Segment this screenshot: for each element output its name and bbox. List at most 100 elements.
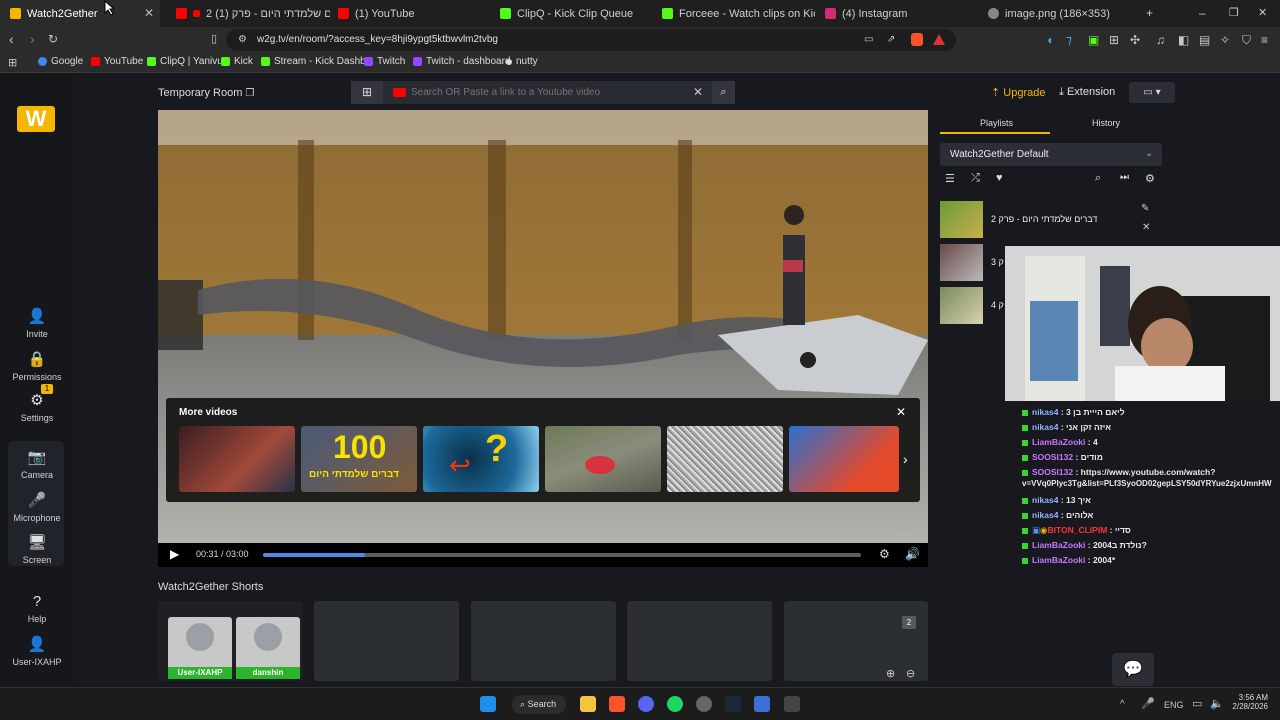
chat-user[interactable]: nikas4 bbox=[1032, 495, 1058, 505]
extension-icon[interactable]: ◖ bbox=[1046, 33, 1053, 47]
sidebar-icon[interactable]: ◧ bbox=[1178, 33, 1189, 47]
zoom-out-icon[interactable]: ⊖ bbox=[906, 667, 915, 680]
close-more-videos-icon[interactable]: ✕ bbox=[896, 405, 906, 419]
minimize-button[interactable]: – bbox=[1199, 6, 1206, 20]
bookmark-nutty[interactable]: nutty bbox=[506, 56, 538, 67]
chat-user[interactable]: nikas4 bbox=[1032, 510, 1058, 520]
bookmark-twitch-dashboard[interactable]: Twitch - dashboard bbox=[413, 56, 511, 67]
short-card[interactable] bbox=[627, 601, 772, 681]
bookmark-google[interactable]: Google bbox=[38, 56, 83, 67]
back-icon[interactable]: ‹ bbox=[9, 32, 14, 46]
windows-start-icon[interactable] bbox=[480, 696, 496, 712]
skip-icon[interactable]: ⏭ bbox=[1120, 172, 1129, 183]
language-indicator[interactable]: ENG bbox=[1164, 698, 1184, 712]
share-icon[interactable]: ⇗ bbox=[887, 33, 895, 47]
bookmark-clipq[interactable]: ClipQ | Yanivu bbox=[147, 56, 223, 67]
short-card[interactable] bbox=[314, 601, 459, 681]
playlist-item[interactable]: 2 דברים שלמדתי היום - פרק ✎ ✕ bbox=[940, 201, 1162, 239]
address-bar[interactable]: ⚙ w2g.tv/en/room/?access_key=8hji9ypgt5k… bbox=[226, 29, 956, 51]
chat-user[interactable]: LiamBaZooki bbox=[1032, 437, 1085, 447]
permissions-button[interactable]: 🔒 Permissions bbox=[0, 350, 74, 382]
leo-icon[interactable]: ✧ bbox=[1220, 33, 1230, 47]
bookmark-kick[interactable]: Kick bbox=[221, 56, 253, 67]
chat-user[interactable]: LiamBaZooki bbox=[1032, 555, 1085, 565]
more-video-thumb[interactable] bbox=[789, 426, 899, 492]
edit-icon[interactable]: ✎ bbox=[1141, 203, 1149, 214]
help-button[interactable]: ? Help bbox=[0, 593, 74, 624]
taskbar-search[interactable]: ⌕ Search bbox=[512, 695, 566, 714]
apps-grid-icon[interactable]: ⊞ bbox=[8, 56, 17, 70]
close-window-button[interactable]: ✕ bbox=[1258, 6, 1267, 20]
more-video-thumb[interactable]: ? ↩ bbox=[423, 426, 539, 492]
file-explorer-icon[interactable] bbox=[580, 696, 596, 712]
player-settings-icon[interactable]: ⚙ bbox=[879, 547, 890, 561]
tab-youtube-video[interactable]: 2 דברים שלמדתי היום - פרק (1) bbox=[170, 0, 330, 27]
search-icon[interactable]: ⌕ bbox=[712, 81, 735, 104]
screen-share-button[interactable]: 🖥 Screen bbox=[0, 533, 74, 565]
extension-icon[interactable]: ⊞ bbox=[1109, 33, 1119, 47]
extension-icon[interactable]: ▣ bbox=[1088, 33, 1099, 47]
camera-button[interactable]: 📷 Camera bbox=[0, 448, 74, 480]
brave-shield-icon[interactable] bbox=[911, 33, 923, 46]
search-icon[interactable]: ⌕ bbox=[1095, 172, 1101, 185]
tab-watch2gether[interactable]: Watch2Gether ✕ bbox=[0, 0, 160, 27]
clear-search-icon[interactable]: ✕ bbox=[693, 85, 703, 99]
chat-user[interactable]: nikas4 bbox=[1032, 407, 1058, 417]
new-tab-button[interactable]: + bbox=[1146, 6, 1153, 20]
layout-dropdown[interactable]: ▭ ▾ bbox=[1129, 82, 1175, 103]
network-icon[interactable]: ▭ bbox=[1192, 697, 1202, 711]
more-video-thumb[interactable] bbox=[667, 426, 783, 492]
list-icon[interactable]: ☰ bbox=[945, 172, 955, 185]
tab-instagram[interactable]: (4) Instagram bbox=[823, 0, 978, 27]
next-arrow-icon[interactable]: › bbox=[903, 451, 908, 467]
restore-button[interactable]: ❐ bbox=[1229, 6, 1239, 20]
clock[interactable]: 3:56 AM 2/28/2026 bbox=[1230, 693, 1268, 711]
play-icon[interactable]: ▶ bbox=[170, 547, 179, 561]
upgrade-button[interactable]: ⇡ Upgrade bbox=[991, 86, 1045, 99]
zoom-in-icon[interactable]: ⊕ bbox=[886, 667, 895, 680]
more-video-thumb[interactable] bbox=[179, 426, 295, 492]
settings-button[interactable]: ⚙ Settings 1 bbox=[0, 384, 74, 423]
shuffle-icon[interactable]: ⤮ bbox=[971, 172, 980, 185]
microphone-icon[interactable]: 🎤 bbox=[1141, 697, 1155, 711]
chevron-up-icon[interactable]: ^ bbox=[1120, 698, 1125, 712]
bookmark-youtube[interactable]: YouTube bbox=[91, 56, 143, 67]
site-info-icon[interactable]: ⚙ bbox=[238, 33, 247, 47]
remove-icon[interactable]: ✕ bbox=[1142, 222, 1150, 233]
app-icon[interactable] bbox=[754, 696, 770, 712]
more-video-thumb[interactable] bbox=[545, 426, 661, 492]
speaker-icon[interactable]: 🔈 bbox=[1210, 697, 1224, 711]
chat-user[interactable]: BITON_CLIPIM bbox=[1047, 525, 1107, 535]
obs-icon[interactable] bbox=[696, 696, 712, 712]
puzzle-icon[interactable]: ✣ bbox=[1130, 33, 1140, 47]
chat-user[interactable]: LiamBaZooki bbox=[1032, 540, 1085, 550]
volume-icon[interactable]: 🔊 bbox=[905, 547, 920, 561]
brave-rewards-icon[interactable] bbox=[933, 34, 945, 45]
tab-clipq[interactable]: ClipQ - Kick Clip Queue bbox=[498, 0, 653, 27]
room-name[interactable]: Temporary Room ❐ bbox=[158, 87, 254, 99]
tab-youtube[interactable]: (1) YouTube bbox=[336, 0, 491, 27]
chat-user[interactable]: SOOSI132 bbox=[1032, 467, 1073, 477]
reload-icon[interactable]: ↻ bbox=[48, 32, 58, 46]
bookmark-stream-kick[interactable]: Stream - Kick Dashb... bbox=[261, 56, 374, 67]
menu-icon[interactable]: ≡ bbox=[1261, 33, 1268, 47]
tab-image[interactable]: image.png (186×353) bbox=[986, 0, 1141, 27]
chat-user[interactable]: SOOSI132 bbox=[1032, 452, 1073, 462]
vpn-icon[interactable]: ⛉ bbox=[1242, 33, 1251, 47]
app-icon[interactable] bbox=[784, 696, 800, 712]
install-icon[interactable]: ▭ bbox=[864, 33, 873, 47]
copy-icon[interactable]: ❐ bbox=[245, 88, 254, 99]
playlist-select[interactable]: Watch2Gether Default ⌄ bbox=[940, 143, 1162, 166]
grid-icon[interactable]: ⊞ bbox=[351, 81, 383, 104]
chat-link[interactable]: v=VVq0PIyc3Tg&list=PLf3SyoOD02gepLSY50dY… bbox=[1022, 479, 1272, 488]
tab-history[interactable]: History bbox=[1092, 118, 1120, 128]
video-player[interactable]: More videos ✕ 100 דברים שלמדתי היום ? ↩ … bbox=[158, 110, 928, 543]
extension-button[interactable]: ⤓ Extension bbox=[1059, 86, 1115, 99]
chat-link[interactable]: https://www.youtube.com/watch? bbox=[1081, 467, 1216, 477]
more-video-thumb[interactable]: 100 דברים שלמדתי היום bbox=[301, 426, 417, 492]
short-card[interactable] bbox=[471, 601, 616, 681]
discord-icon[interactable] bbox=[638, 696, 654, 712]
close-icon[interactable]: ✕ bbox=[144, 6, 154, 20]
bookmark-twitch[interactable]: Twitch bbox=[364, 56, 405, 67]
progress-bar[interactable] bbox=[263, 553, 861, 557]
